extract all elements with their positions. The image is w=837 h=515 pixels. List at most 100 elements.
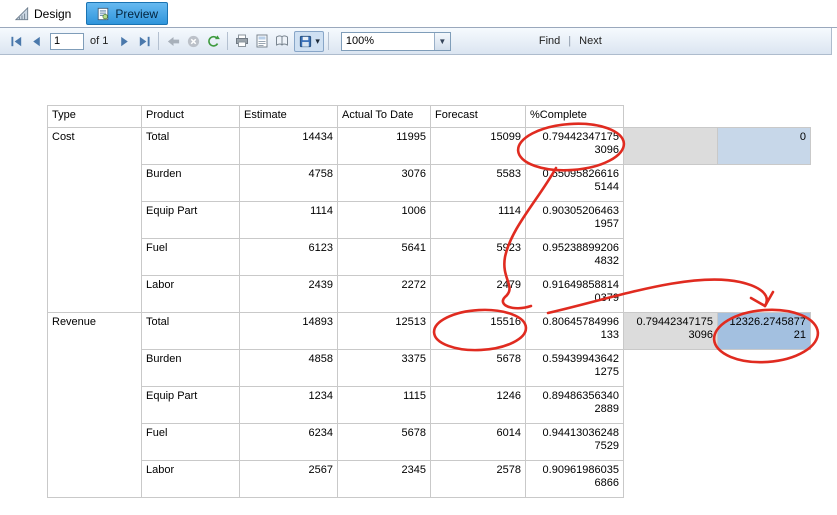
page-number-input[interactable]: [50, 32, 84, 50]
back-icon: [166, 34, 181, 49]
cell-estimate: 2439: [239, 275, 338, 313]
refresh-button[interactable]: [203, 31, 223, 51]
page-count-label: of 1: [90, 35, 109, 47]
cell-actual: 1115: [337, 386, 431, 424]
table-row: Burden 4758 3076 5583 0.55095826616 5144: [48, 164, 811, 202]
report-designer-window: Design Preview 1 of 1 ▾ 100% ▼ Find | Ne…: [0, 0, 837, 515]
cell-forecast: 2578: [430, 460, 526, 498]
table-row: Fuel 6123 5641 5923 0.95238899206 4832: [48, 238, 811, 276]
first-page-button[interactable]: [6, 31, 26, 51]
cell-estimate: 6123: [239, 238, 338, 276]
cell-estimate: 6234: [239, 423, 338, 461]
cell-product: Labor: [141, 460, 240, 498]
column-header-estimate: Estimate: [239, 105, 338, 128]
cell-product: Labor: [141, 275, 240, 313]
toolbar-separator: [227, 32, 229, 50]
zoom-value: 100%: [345, 35, 375, 47]
cell-type-group: Cost: [47, 127, 142, 313]
find-next-divider: |: [568, 35, 572, 47]
tab-design[interactable]: Design: [5, 2, 81, 25]
table-row: Fuel 6234 5678 6014 0.94413036248 7529: [48, 423, 811, 461]
cell-pct-complete: 0.90305206463 1957: [525, 201, 624, 239]
table-header-row: Type Product Estimate Actual To Date For…: [47, 105, 811, 128]
cell-actual: 3076: [337, 164, 431, 202]
cell-actual: 12513: [337, 312, 431, 350]
find-next-link[interactable]: Next: [579, 35, 602, 47]
table-row: Burden 4858 3375 5678 0.59439943642 1275: [48, 349, 811, 387]
table-row: Revenue Total 14893 12513 15516 0.806457…: [47, 312, 811, 498]
next-page-button[interactable]: [114, 31, 134, 51]
column-header-type: Type: [47, 105, 142, 128]
cell-actual: 5641: [337, 238, 431, 276]
view-tabstrip: Design Preview: [0, 0, 837, 28]
cell-estimate: 14434: [239, 127, 338, 165]
cell-actual: 3375: [337, 349, 431, 387]
find-controls: Find | Next: [539, 35, 602, 47]
cell-estimate: 1234: [239, 386, 338, 424]
last-page-button[interactable]: [134, 31, 154, 51]
print-icon: [234, 33, 250, 49]
refresh-icon: [206, 34, 221, 49]
column-header-product: Product: [141, 105, 240, 128]
cell-pct-complete: 0.59439943642 1275: [525, 349, 624, 387]
back-to-parent-button[interactable]: [163, 31, 183, 51]
cell-pct-complete: 0.94413036248 7529: [525, 423, 624, 461]
zoom-dropdown-icon[interactable]: ▼: [433, 32, 450, 50]
export-button[interactable]: ▾: [294, 30, 324, 52]
column-header-pct-complete: %Complete: [525, 105, 624, 128]
cell-product: Equip Part: [141, 201, 240, 239]
stop-icon: [186, 34, 201, 49]
next-page-icon: [117, 34, 132, 49]
cell-product: Total: [141, 312, 240, 350]
print-layout-icon: [254, 33, 270, 49]
table-row: Labor 2439 2272 2479 0.91649858814 0379: [48, 275, 811, 313]
cell-product: Total: [141, 127, 240, 165]
cell-extra-blue: 0: [717, 127, 811, 165]
cell-forecast: 5583: [430, 164, 526, 202]
cell-forecast: 1114: [430, 201, 526, 239]
cell-pct-complete: 0.95238899206 4832: [525, 238, 624, 276]
table-row: Equip Part 1234 1115 1246 0.89486356340 …: [48, 386, 811, 424]
table-row: Labor 2567 2345 2578 0.90961986035 6866: [48, 460, 811, 498]
cell-estimate: 4858: [239, 349, 338, 387]
last-page-icon: [137, 34, 152, 49]
cell-estimate: 2567: [239, 460, 338, 498]
find-link[interactable]: Find: [539, 35, 560, 47]
cell-actual: 2345: [337, 460, 431, 498]
cell-forecast: 1246: [430, 386, 526, 424]
cell-product: Burden: [141, 164, 240, 202]
column-header-forecast: Forecast: [430, 105, 526, 128]
tab-preview[interactable]: Preview: [86, 2, 169, 25]
table-row: Equip Part 1114 1006 1114 0.90305206463 …: [48, 201, 811, 239]
cell-extra-gray: 0.79442347175 3096: [623, 312, 718, 350]
cell-pct-complete: 0.90961986035 6866: [525, 460, 624, 498]
toolbar-separator: [158, 32, 160, 50]
report-table: Type Product Estimate Actual To Date For…: [47, 105, 811, 498]
previous-page-icon: [29, 34, 44, 49]
cell-estimate: 4758: [239, 164, 338, 202]
previous-page-button[interactable]: [26, 31, 46, 51]
cell-actual: 5678: [337, 423, 431, 461]
print-button[interactable]: [232, 31, 252, 51]
stop-button[interactable]: [183, 31, 203, 51]
cell-forecast: 15516: [430, 312, 526, 350]
toolbar-separator: [327, 32, 329, 50]
preview-tab-icon: [96, 7, 110, 21]
page-setup-button[interactable]: [272, 31, 292, 51]
design-tab-icon: [15, 6, 29, 21]
cell-actual: 2272: [337, 275, 431, 313]
cell-estimate: 1114: [239, 201, 338, 239]
table-row: Cost Total 14434 11995 15099 0.794423471…: [47, 127, 811, 313]
cell-type-group: Revenue: [47, 312, 142, 498]
cell-forecast: 2479: [430, 275, 526, 313]
cell-pct-complete: 0.89486356340 2889: [525, 386, 624, 424]
zoom-select[interactable]: 100% ▼: [340, 31, 451, 51]
tab-preview-label: Preview: [115, 6, 159, 21]
dropdown-caret-icon: ▾: [315, 35, 320, 46]
print-layout-button[interactable]: [252, 31, 272, 51]
first-page-icon: [9, 34, 24, 49]
column-header-actual-to-date: Actual To Date: [337, 105, 431, 128]
cell-pct-complete: 0.79442347175 3096: [525, 127, 624, 165]
tab-design-label: Design: [34, 6, 72, 21]
report-preview-area: Type Product Estimate Actual To Date For…: [0, 55, 837, 515]
